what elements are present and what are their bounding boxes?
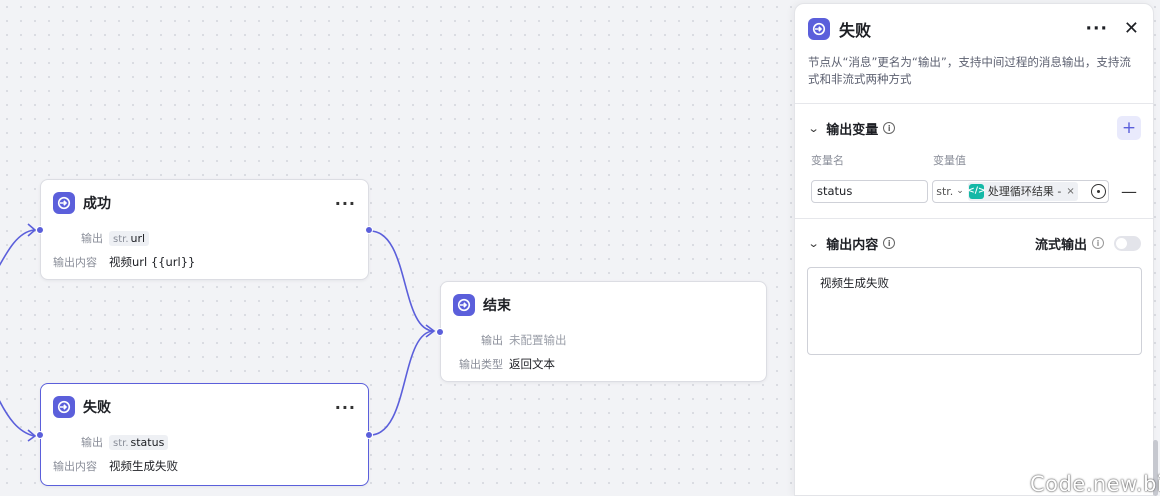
stream-output-label: 流式输出 (1034, 237, 1087, 253)
output-label: 输出 (81, 436, 103, 449)
variable-value-field[interactable]: str. ⌄ </> 处理循环结果 - × (932, 179, 1109, 203)
chevron-down-icon[interactable]: ⌄ (808, 122, 820, 135)
node-title: 结束 (483, 298, 511, 314)
content-label: 输出内容 (53, 460, 97, 473)
more-icon[interactable]: ··· (335, 398, 356, 417)
output-content-header[interactable]: ⌄ 输出内容 i 流式输出 i (795, 219, 1153, 267)
output-node-icon (53, 396, 75, 418)
add-variable-button[interactable]: + (1117, 116, 1141, 140)
content-label: 输出内容 (53, 256, 97, 269)
content-value: 视频url {{url}} (109, 255, 196, 269)
more-icon[interactable]: ··· (335, 194, 356, 213)
close-icon[interactable]: ✕ (1124, 20, 1139, 38)
type-label: 输出类型 (459, 358, 503, 371)
section-title: 输出内容 (826, 237, 879, 253)
node-title: 成功 (83, 196, 111, 212)
content-value: 视频生成失败 (109, 459, 178, 473)
col-name-header: 变量名 (811, 154, 844, 167)
edge-fail-end (369, 330, 435, 436)
node-title: 失败 (83, 400, 111, 416)
variable-row: status str. ⌄ </> 处理循环结果 - × — (795, 174, 1153, 208)
output-label: 输出 (81, 232, 103, 245)
output-node-icon (53, 192, 75, 214)
type-value: 返回文本 (509, 357, 555, 371)
panel-title[interactable]: 失败 (839, 17, 871, 41)
chevron-down-icon: ⌄ (956, 186, 964, 196)
col-value-header: 变量值 (933, 154, 966, 167)
node-fail[interactable]: 失败 ··· 输出 str. status 输出内容 视频生成失败 (36, 383, 373, 486)
node-config-panel: 失败 ··· ✕ 节点从“消息”更名为“输出”，支持中间过程的消息输出，支持流式… (794, 3, 1154, 496)
more-icon[interactable]: ··· (1086, 19, 1108, 39)
chevron-down-icon[interactable]: ⌄ (808, 237, 820, 250)
output-handle[interactable] (365, 226, 373, 234)
output-vars-header[interactable]: ⌄ 输出变量 i + (795, 104, 1153, 152)
info-icon[interactable]: i (883, 122, 896, 134)
section-title: 输出变量 (826, 122, 879, 138)
node-success[interactable]: 成功 ··· 输出 str. url 输出内容 视频url {{url}} (36, 179, 373, 280)
output-value: 未配置输出 (509, 333, 567, 347)
output-var-tag: str. url (109, 230, 150, 246)
code-icon: </> (967, 183, 986, 199)
reference-chip[interactable]: </> 处理循环结果 - × (967, 181, 1078, 201)
variable-name-input[interactable]: status (811, 179, 929, 203)
input-handle[interactable] (436, 328, 444, 336)
input-handle[interactable] (36, 226, 44, 234)
output-node-icon (453, 294, 475, 316)
edge-success-end (369, 230, 435, 332)
output-label: 输出 (481, 334, 503, 347)
info-icon[interactable]: i (883, 237, 896, 249)
output-content-textarea[interactable]: 视频生成失败 (807, 267, 1142, 355)
output-var-tag: str. status (109, 434, 169, 450)
variable-picker-icon[interactable] (1091, 183, 1106, 199)
remove-reference-icon[interactable]: × (1066, 186, 1074, 197)
type-select[interactable]: str. ⌄ (936, 185, 964, 198)
watermark: Code.new.bi (1030, 472, 1160, 496)
input-handle[interactable] (36, 431, 44, 439)
stream-output-toggle[interactable] (1114, 235, 1141, 251)
reference-text: 处理循环结果 - (987, 185, 1062, 198)
node-end[interactable]: 结束 输出 未配置输出 输出类型 返回文本 (436, 281, 767, 382)
info-icon[interactable]: i (1092, 237, 1104, 249)
output-handle[interactable] (365, 431, 373, 439)
output-node-icon (808, 18, 830, 40)
remove-variable-button[interactable]: — (1121, 182, 1137, 201)
panel-description: 节点从“消息”更名为“输出”，支持中间过程的消息输出，支持流式和非流式两种方式 (808, 55, 1131, 86)
